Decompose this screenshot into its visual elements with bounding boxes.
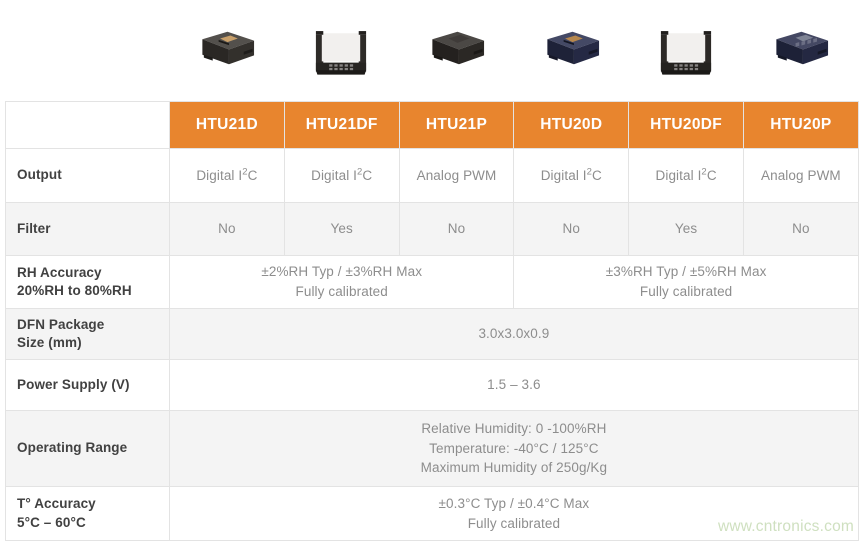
table-row: Filter No Yes No No Yes No: [5, 202, 859, 256]
row-label-operating-range: Operating Range: [5, 410, 170, 487]
row-label-line: T° Accuracy: [17, 496, 96, 512]
product-image-htu20d: [513, 0, 628, 101]
table-cell: Relative Humidity: 0 -100%RH Temperature:…: [169, 410, 859, 487]
table-cell: No: [513, 202, 630, 256]
chip-blue-top-view: [534, 20, 608, 82]
cell-text: Yes: [330, 221, 353, 237]
cell-line: Fully calibrated: [467, 515, 561, 531]
table-cell: 3.0x3.0x0.9: [169, 308, 859, 360]
cell-line: Maximum Humidity of 250g/Kg: [420, 460, 608, 476]
table-cell: 1.5 – 3.6: [169, 359, 859, 411]
cell-text-base: Digital I: [196, 167, 243, 183]
table-cell: Digital I2C: [513, 148, 630, 203]
table-cell: Analog PWM: [742, 148, 859, 203]
column-header-htu20d[interactable]: HTU20D: [513, 101, 630, 149]
table-cell: Yes: [628, 202, 744, 256]
cell-text: Analog PWM: [416, 167, 497, 183]
table-row: T° Accuracy 5°C – 60°C ±0.3°C Typ / ±0.4°C…: [5, 486, 859, 541]
cell-text: No: [562, 221, 581, 237]
product-image-htu20df: [628, 0, 743, 101]
product-image-htu21p: [399, 0, 514, 101]
cell-line: ±2%RH Typ / ±3%RH Max: [261, 264, 423, 280]
cell-text: No: [218, 221, 236, 237]
table-row: RH Accuracy 20%RH to 80%RH ±2%RH Typ / ±3%…: [5, 255, 859, 309]
product-image-strip: [169, 0, 858, 101]
table-cell: No: [169, 202, 285, 256]
table-cell: No: [742, 202, 859, 256]
cell-text: No: [447, 221, 466, 237]
column-header-htu21p[interactable]: HTU21P: [398, 101, 515, 149]
row-label-power-supply-v: Power Supply (V): [5, 359, 170, 411]
cell-text-tail: C: [247, 167, 258, 183]
cell-text-base: Digital I: [655, 167, 702, 183]
chip-black-top-view: [189, 20, 263, 82]
cell-text-base: Digital I: [540, 167, 587, 183]
column-header-htu20df[interactable]: HTU20DF: [628, 101, 744, 149]
cell-text-tail: C: [362, 167, 373, 183]
cell-line: Relative Humidity: 0 -100%RH: [421, 421, 607, 437]
table-cell: ±0.3°C Typ / ±0.4°C Max Fully calibrated: [169, 486, 859, 541]
cell-line: Temperature: -40°C / 125°C: [429, 440, 599, 456]
row-label-line: DFN Package: [17, 316, 105, 332]
row-label-dfn-package-size-mm: DFN Package Size (mm): [5, 308, 170, 360]
table-cell: Digital I2C: [628, 148, 744, 203]
cell-text: Yes: [674, 221, 698, 237]
row-label-line: Operating Range: [17, 440, 128, 456]
table-cell: Yes: [283, 202, 400, 256]
table-cell: No: [398, 202, 515, 256]
cell-line: 1.5 – 3.6: [487, 377, 541, 393]
spec-comparison-page: HTU21D HTU21DF HTU21P HTU20D HTU20DF HTU20P O…: [0, 0, 865, 550]
table-cell: ±3%RH Typ / ±5%RH Max Fully calibrated: [513, 255, 859, 309]
row-label-rh-accuracy-20-rh-to-80-rh: RH Accuracy 20%RH to 80%RH: [5, 255, 170, 309]
row-label-output: Output: [5, 148, 170, 203]
table-header: HTU21D HTU21DF HTU21P HTU20D HTU20DF HTU20P: [5, 101, 859, 149]
column-header-htu21df[interactable]: HTU21DF: [283, 101, 400, 149]
table-body: Output Digital I2C Digital I2C Analog PWM Di…: [5, 148, 859, 541]
header-row: HTU21D HTU21DF HTU21P HTU20D HTU20DF HTU20P: [5, 101, 859, 149]
chip-black-filter-cap: [304, 20, 378, 82]
cell-text: No: [792, 221, 810, 237]
row-label-line: 5°C – 60°C: [17, 514, 86, 530]
chip-black-plain-top: [419, 20, 493, 82]
cell-text-tail: C: [706, 167, 717, 183]
product-image-htu20p: [743, 0, 858, 101]
table-row: Power Supply (V) 1.5 – 3.6: [5, 359, 859, 411]
row-label-filter: Filter: [5, 202, 170, 256]
table-cell: Digital I2C: [283, 148, 400, 203]
cell-text: Analog PWM: [760, 167, 841, 183]
row-label-line: Size (mm): [17, 335, 82, 350]
product-image-htu21d: [169, 0, 284, 101]
row-label-line: RH Accuracy: [17, 264, 102, 280]
table-cell: Digital I2C: [169, 148, 285, 203]
chip-black-filter-cap-2: [649, 20, 723, 82]
cell-text-tail: C: [592, 167, 602, 183]
cell-line: Fully calibrated: [639, 284, 733, 299]
row-label-line: Filter: [17, 220, 51, 236]
row-label-line: Power Supply (V): [17, 376, 130, 392]
table-cell: Analog PWM: [398, 148, 515, 203]
row-label-line: Output: [17, 167, 62, 183]
table-cell: ±2%RH Typ / ±3%RH Max Fully calibrated: [168, 255, 515, 309]
row-label-t-accuracy-5-c-60-c: T° Accuracy 5°C – 60°C: [5, 486, 170, 541]
cell-line: 3.0x3.0x0.9: [478, 326, 550, 342]
table-row: DFN Package Size (mm) 3.0x3.0x0.9: [5, 308, 859, 360]
cell-line: ±3%RH Typ / ±5%RH Max: [605, 264, 767, 280]
column-header-htu20p[interactable]: HTU20P: [742, 101, 859, 149]
cell-line: ±0.3°C Typ / ±0.4°C Max: [438, 495, 590, 511]
column-header-htu21d[interactable]: HTU21D: [169, 101, 285, 149]
row-label-line: 20%RH to 80%RH: [17, 283, 132, 298]
cell-text-base: Digital I: [311, 167, 358, 183]
specification-comparison-table: HTU21D HTU21DF HTU21P HTU20D HTU20DF HTU20P O…: [5, 101, 859, 541]
chip-blue-plain-top: [763, 20, 837, 82]
product-image-htu21df: [284, 0, 399, 101]
table-row: Output Digital I2C Digital I2C Analog PWM Di…: [5, 148, 859, 203]
table-row: Operating Range Relative Humidity: 0 -100…: [5, 410, 859, 487]
table-corner-cell: [5, 101, 170, 149]
cell-line: Fully calibrated: [295, 284, 388, 299]
